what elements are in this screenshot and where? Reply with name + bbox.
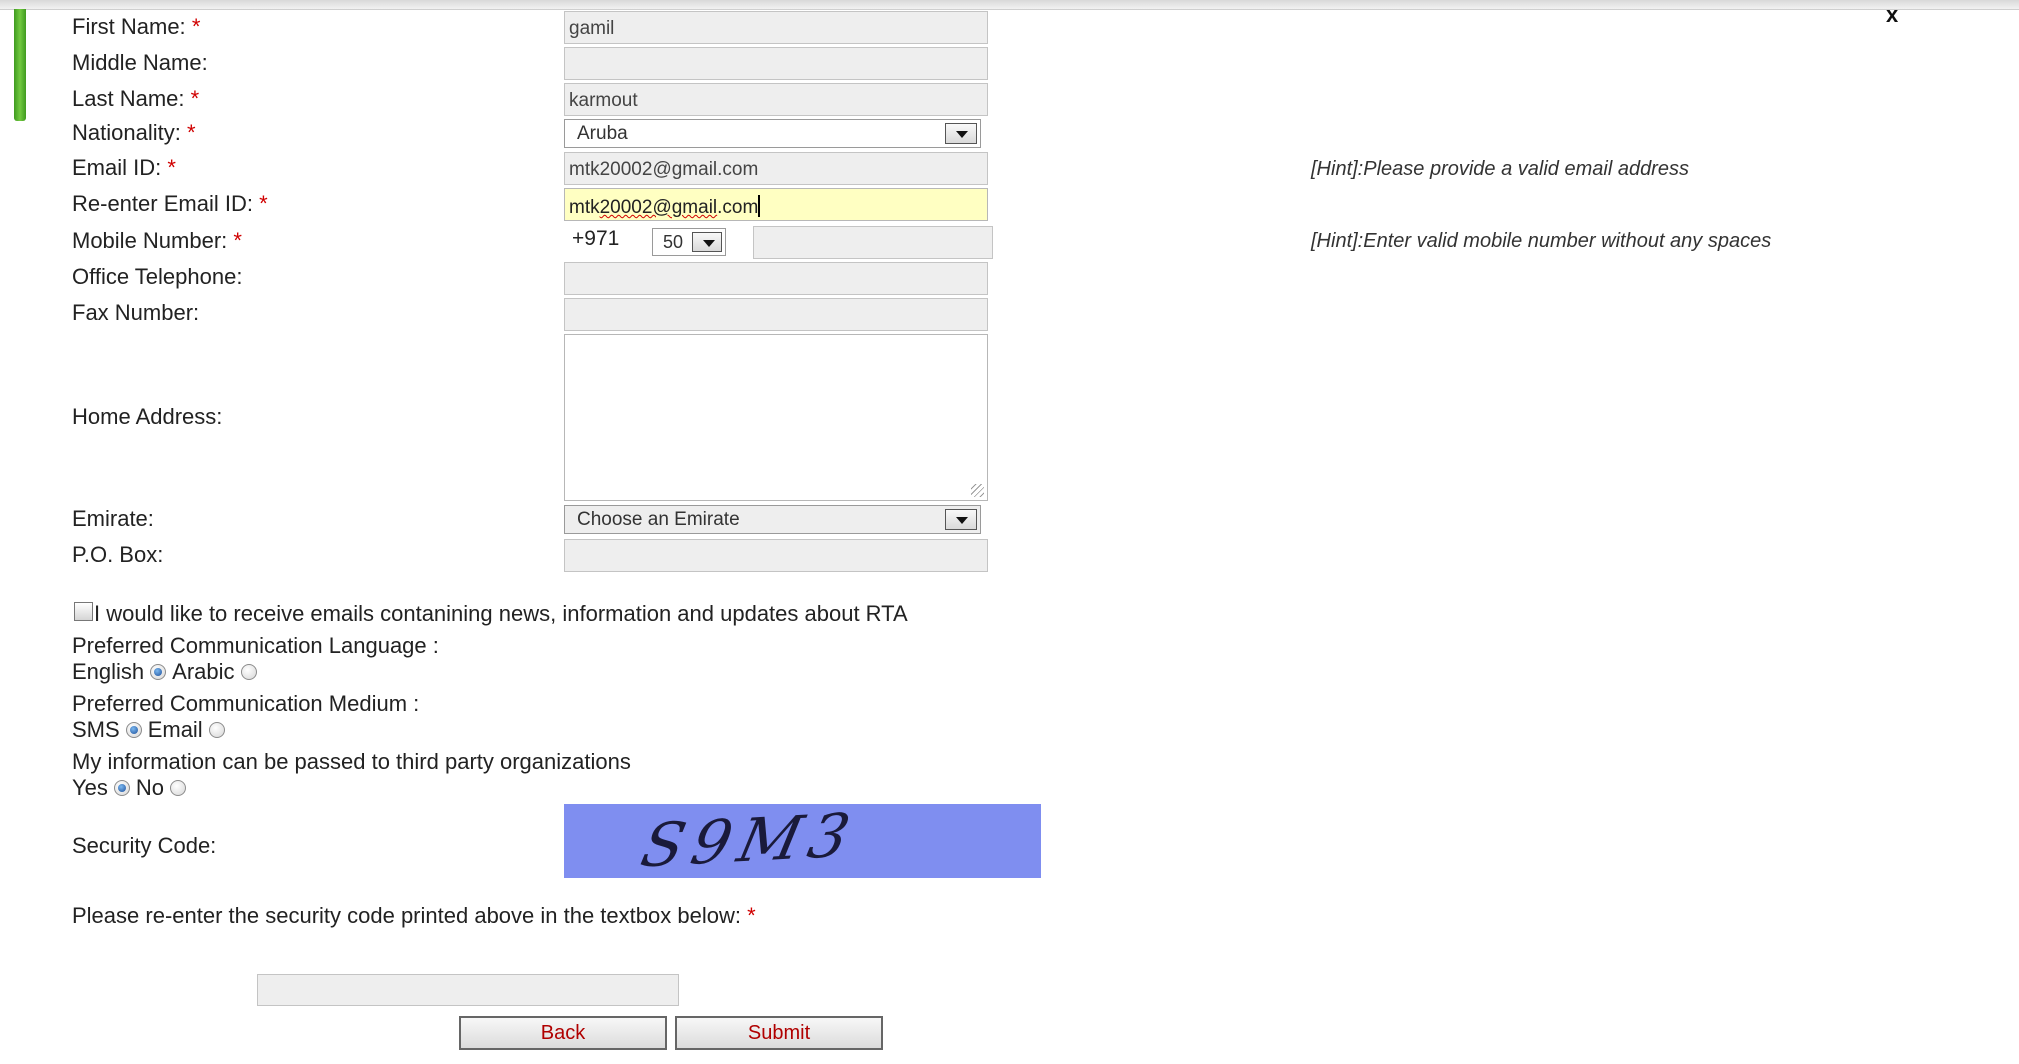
text-cursor: [758, 195, 761, 217]
email-label-text: Email ID:: [72, 155, 162, 180]
po-box-label: P.O. Box:: [72, 542, 163, 568]
radio-option-yes[interactable]: Yes: [72, 775, 136, 801]
radio-option-email[interactable]: Email: [148, 717, 231, 743]
email-input[interactable]: mtk20002@gmail.com: [564, 152, 988, 185]
home-address-label-text: Home Address:: [72, 404, 223, 429]
resize-grip-icon[interactable]: [971, 484, 984, 497]
radio-button-no[interactable]: [170, 780, 187, 796]
security-reenter-label-text: Please re-enter the security code printe…: [72, 903, 741, 928]
nationality-selected-value: Aruba: [577, 123, 628, 144]
mobile-code-value: 50: [663, 232, 684, 252]
reenter-email-label: Re-enter Email ID: *: [72, 191, 268, 217]
required-marker: *: [259, 191, 268, 216]
radio-label: No: [135, 775, 165, 800]
reenter-email-input[interactable]: mtk20002@gmail.com: [564, 188, 988, 221]
captcha-text: S9M3: [635, 804, 864, 878]
home-address-label: Home Address:: [72, 404, 222, 430]
required-marker: *: [186, 120, 196, 145]
office-phone-label: Office Telephone:: [72, 264, 242, 290]
office-phone-label-text: Office Telephone:: [72, 264, 243, 289]
nationality-label: Nationality: *: [72, 120, 196, 146]
nationality-label-text: Nationality:: [72, 120, 181, 145]
radio-button-english[interactable]: [150, 664, 167, 680]
close-button[interactable]: x: [1886, 2, 1898, 28]
submit-button[interactable]: Submit: [675, 1016, 883, 1050]
fax-input[interactable]: [564, 298, 988, 331]
nationality-select[interactable]: Aruba: [564, 119, 981, 148]
required-marker: *: [747, 903, 756, 928]
mobile-code-select[interactable]: 50: [652, 228, 726, 256]
radio-label: Email: [147, 717, 203, 742]
security-code-label: Security Code:: [72, 833, 217, 858]
spellcheck-underline: 20002@gmail: [599, 197, 718, 218]
middle-name-input[interactable]: [564, 47, 988, 80]
last-name-label: Last Name: *: [72, 86, 199, 112]
required-marker: *: [167, 155, 176, 180]
mobile-number-input[interactable]: [753, 226, 993, 259]
radio-label: SMS: [72, 717, 120, 742]
mobile-hint: [Hint]:Enter valid mobile number without…: [1311, 230, 1772, 252]
office-phone-input[interactable]: [564, 262, 988, 295]
emirate-label: Emirate:: [72, 506, 154, 532]
reenter-email-value-part: mtk: [569, 197, 600, 218]
first-name-label-text: First Name:: [72, 14, 186, 39]
reenter-email-value-part: .com: [717, 197, 759, 218]
radio-label: Yes: [72, 775, 108, 800]
newsletter-checkbox[interactable]: [74, 602, 93, 621]
mobile-label-text: Mobile Number:: [72, 228, 228, 253]
radio-button-email[interactable]: [208, 722, 225, 738]
fax-label: Fax Number:: [72, 300, 199, 326]
last-name-label-text: Last Name:: [72, 86, 185, 111]
back-button[interactable]: Back: [459, 1016, 667, 1050]
email-hint: [Hint]:Please provide a valid email addr…: [1311, 158, 1689, 180]
mobile-country-prefix: +971: [572, 227, 620, 250]
last-name-input[interactable]: karmout: [564, 83, 988, 116]
third-party-label: My information can be passed to third pa…: [72, 749, 631, 774]
radio-option-english[interactable]: English: [72, 659, 172, 685]
radio-label: English: [72, 659, 145, 684]
first-name-label: First Name: *: [72, 14, 200, 40]
chevron-down-icon[interactable]: [945, 123, 977, 144]
radio-button-sms[interactable]: [125, 722, 142, 738]
language-label: Preferred Communication Language :: [72, 633, 439, 658]
third-party-options: Yes No: [72, 775, 192, 801]
required-marker: *: [190, 86, 200, 111]
medium-label: Preferred Communication Medium :: [72, 691, 420, 716]
emirate-selected-value: Choose an Emirate: [577, 509, 740, 530]
newsletter-label: I would like to receive emails contanini…: [94, 601, 908, 626]
captcha-image: S9M3: [564, 804, 1041, 878]
radio-option-no[interactable]: No: [136, 775, 192, 801]
language-options: English Arabic: [72, 659, 263, 685]
chevron-down-icon[interactable]: [945, 509, 977, 530]
required-marker: *: [233, 228, 242, 253]
medium-options: SMS Email: [72, 717, 231, 743]
chevron-down-icon[interactable]: [692, 232, 722, 252]
radio-button-arabic[interactable]: [240, 664, 257, 680]
security-reenter-label: Please re-enter the security code printe…: [72, 903, 756, 929]
home-address-textarea[interactable]: [564, 334, 988, 501]
radio-option-sms[interactable]: SMS: [72, 717, 148, 743]
radio-label: Arabic: [172, 659, 235, 684]
radio-button-yes[interactable]: [113, 780, 130, 796]
emirate-select[interactable]: Choose an Emirate: [564, 505, 981, 534]
email-label: Email ID: *: [72, 155, 176, 181]
fax-label-text: Fax Number:: [72, 300, 200, 325]
radio-option-arabic[interactable]: Arabic: [172, 659, 262, 685]
security-code-input[interactable]: [257, 974, 679, 1006]
first-name-input[interactable]: gamil: [564, 11, 988, 44]
mobile-label: Mobile Number: *: [72, 228, 242, 254]
top-border: [0, 0, 2019, 10]
reenter-email-label-text: Re-enter Email ID:: [72, 191, 253, 216]
po-box-label-text: P.O. Box:: [72, 542, 164, 567]
required-marker: *: [191, 14, 201, 39]
side-accent-bar: [14, 9, 26, 121]
middle-name-label-text: Middle Name:: [72, 50, 208, 75]
po-box-input[interactable]: [564, 539, 988, 572]
middle-name-label: Middle Name:: [72, 50, 208, 76]
emirate-label-text: Emirate:: [72, 506, 154, 531]
